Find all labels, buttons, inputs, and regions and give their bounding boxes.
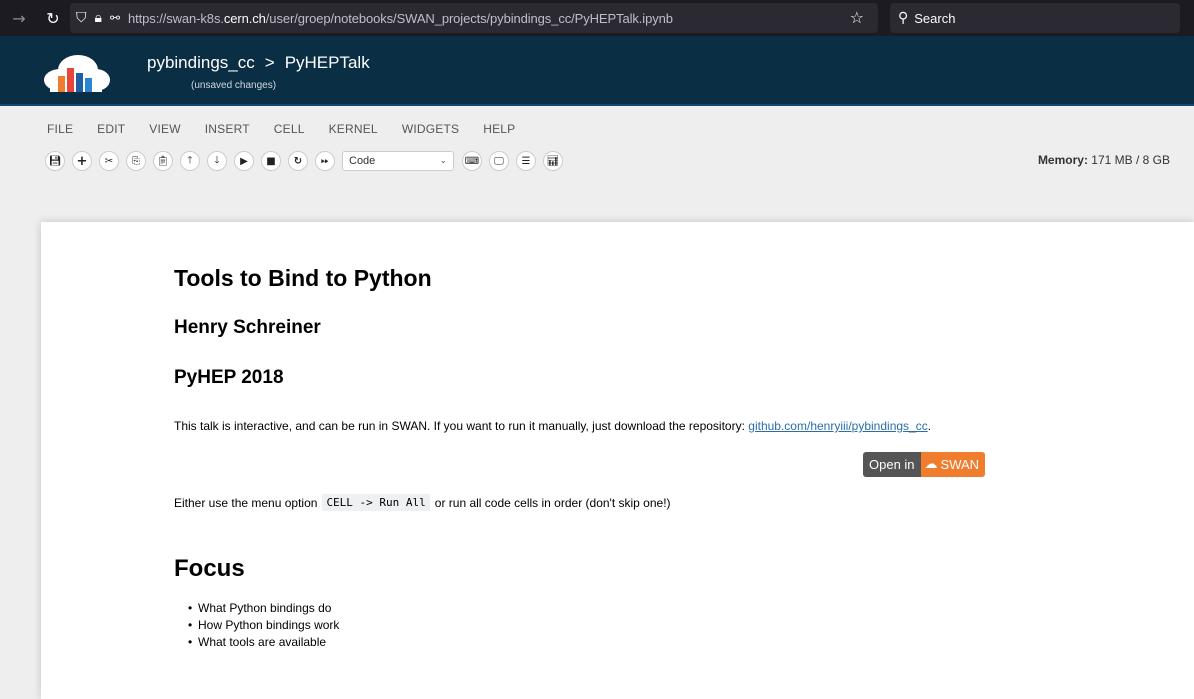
cut-icon[interactable]: ✂ xyxy=(99,151,119,171)
run-code: CELL -> Run All xyxy=(322,494,430,511)
list-item: What tools are available xyxy=(188,634,339,651)
menu-cell[interactable]: CELL xyxy=(274,122,305,136)
list-item: How Python bindings work xyxy=(188,617,339,634)
intro-end: . xyxy=(927,419,932,433)
shield-icon[interactable]: ⛉ xyxy=(76,10,87,26)
memory-value: 171 MB / 8 GB xyxy=(1091,153,1170,167)
menu-edit[interactable]: EDIT xyxy=(97,122,125,136)
memory-label: Memory: xyxy=(1037,153,1088,167)
search-placeholder: Search xyxy=(914,10,956,26)
reload-icon[interactable]: ↻ xyxy=(40,5,66,31)
forward-icon[interactable]: → xyxy=(6,5,32,31)
browser-toolbar: → ↻ ⛉ 🔒︎ ⚯ https://swan-k8s.cern.ch/user… xyxy=(0,0,1194,36)
project-link[interactable]: pybindings_cc xyxy=(147,53,255,72)
presentation-icon[interactable]: 🖵︎ xyxy=(489,151,509,171)
fast-forward-icon[interactable]: ⏩︎ xyxy=(315,151,335,171)
badge-right: ☁ SWAN xyxy=(920,452,986,477)
notebook-title: Tools to Bind to Python xyxy=(174,265,432,291)
path-separator: > xyxy=(264,53,275,72)
menu-file[interactable]: FILE xyxy=(47,122,73,136)
browser-search-box[interactable]: ⚲ Search xyxy=(890,3,1180,33)
run-paragraph: Either use the menu option CELL -> Run A… xyxy=(174,494,671,511)
permissions-icon[interactable]: ⚯ xyxy=(110,11,120,25)
menu-view[interactable]: VIEW xyxy=(149,122,180,136)
repo-link[interactable]: github.com/henryiii/pybindings_cc xyxy=(748,419,927,433)
move-down-icon[interactable]: 🡓 xyxy=(207,151,227,171)
badge-left-label: Open in xyxy=(863,452,921,477)
swan-header: pybindings_cc > PyHEPTalk (unsaved changes… xyxy=(0,36,1194,106)
search-icon: ⚲ xyxy=(898,10,909,26)
cell-type-select[interactable]: Code ⌄ xyxy=(342,151,454,171)
move-up-icon[interactable]: 🡑 xyxy=(180,151,200,171)
save-icon[interactable]: 💾︎ xyxy=(45,151,65,171)
intro-paragraph: This talk is interactive, and can be run… xyxy=(174,419,931,433)
bookmark-star-icon[interactable]: ☆ xyxy=(850,8,864,27)
url-text[interactable]: https://swan-k8s.cern.ch/user/groep/note… xyxy=(128,11,673,26)
menubar: FILE EDIT VIEW INSERT CELL KERNEL WIDGET… xyxy=(47,122,539,136)
run-suffix: or run all code cells in order (don't sk… xyxy=(434,495,671,510)
run-prefix: Either use the menu option xyxy=(174,495,318,510)
author-heading: Henry Schreiner xyxy=(174,317,321,338)
run-icon[interactable]: ▶ xyxy=(234,151,254,171)
chart-icon[interactable]: 📊︎ xyxy=(543,151,563,171)
stop-icon[interactable]: ■ xyxy=(261,151,281,171)
notebook-path: pybindings_cc > PyHEPTalk xyxy=(147,53,370,73)
notebook-toolbar-area: FILE EDIT VIEW INSERT CELL KERNEL WIDGET… xyxy=(0,108,1194,184)
menu-insert[interactable]: INSERT xyxy=(205,122,250,136)
focus-heading: Focus xyxy=(174,555,245,582)
list-item: What Python bindings do xyxy=(188,600,339,617)
toolbar-buttons: 💾︎ + ✂ ⎘ 📋︎ 🡑 🡓 ▶ ■ ↻ ⏩︎ Code ⌄ ⌨ 🖵︎ ☰ 📊… xyxy=(45,151,570,171)
add-cell-icon[interactable]: + xyxy=(72,151,92,171)
keyboard-icon[interactable]: ⌨ xyxy=(462,151,482,171)
menu-widgets[interactable]: WIDGETS xyxy=(402,122,459,136)
event-heading: PyHEP 2018 xyxy=(174,367,284,388)
swan-logo[interactable] xyxy=(40,54,112,92)
save-status: (unsaved changes) xyxy=(191,80,277,91)
intro-text: This talk is interactive, and can be run… xyxy=(174,419,749,433)
notebook-container: Tools to Bind to Python Henry Schreiner … xyxy=(41,222,1194,699)
restart-icon[interactable]: ↻ xyxy=(288,151,308,171)
paste-icon[interactable]: 📋︎ xyxy=(153,151,173,171)
toc-icon[interactable]: ☰ xyxy=(516,151,536,171)
menu-help[interactable]: HELP xyxy=(483,122,515,136)
open-in-swan-badge[interactable]: Open in ☁ SWAN xyxy=(863,452,986,477)
memory-indicator: Memory: 171 MB / 8 GB xyxy=(1038,153,1170,167)
lock-icon[interactable]: 🔒︎ xyxy=(95,10,102,26)
swan-cloud-icon: ☁ xyxy=(924,457,938,472)
cell-type-value: Code xyxy=(349,155,376,167)
url-bar[interactable]: ⛉ 🔒︎ ⚯ https://swan-k8s.cern.ch/user/gro… xyxy=(70,3,878,33)
badge-right-label: SWAN xyxy=(940,457,980,472)
focus-list: What Python bindings do How Python bindi… xyxy=(188,600,339,651)
chevron-down-icon: ⌄ xyxy=(439,156,447,166)
copy-icon[interactable]: ⎘ xyxy=(126,151,146,171)
notebook-name[interactable]: PyHEPTalk xyxy=(285,53,370,72)
menu-kernel[interactable]: KERNEL xyxy=(329,122,378,136)
